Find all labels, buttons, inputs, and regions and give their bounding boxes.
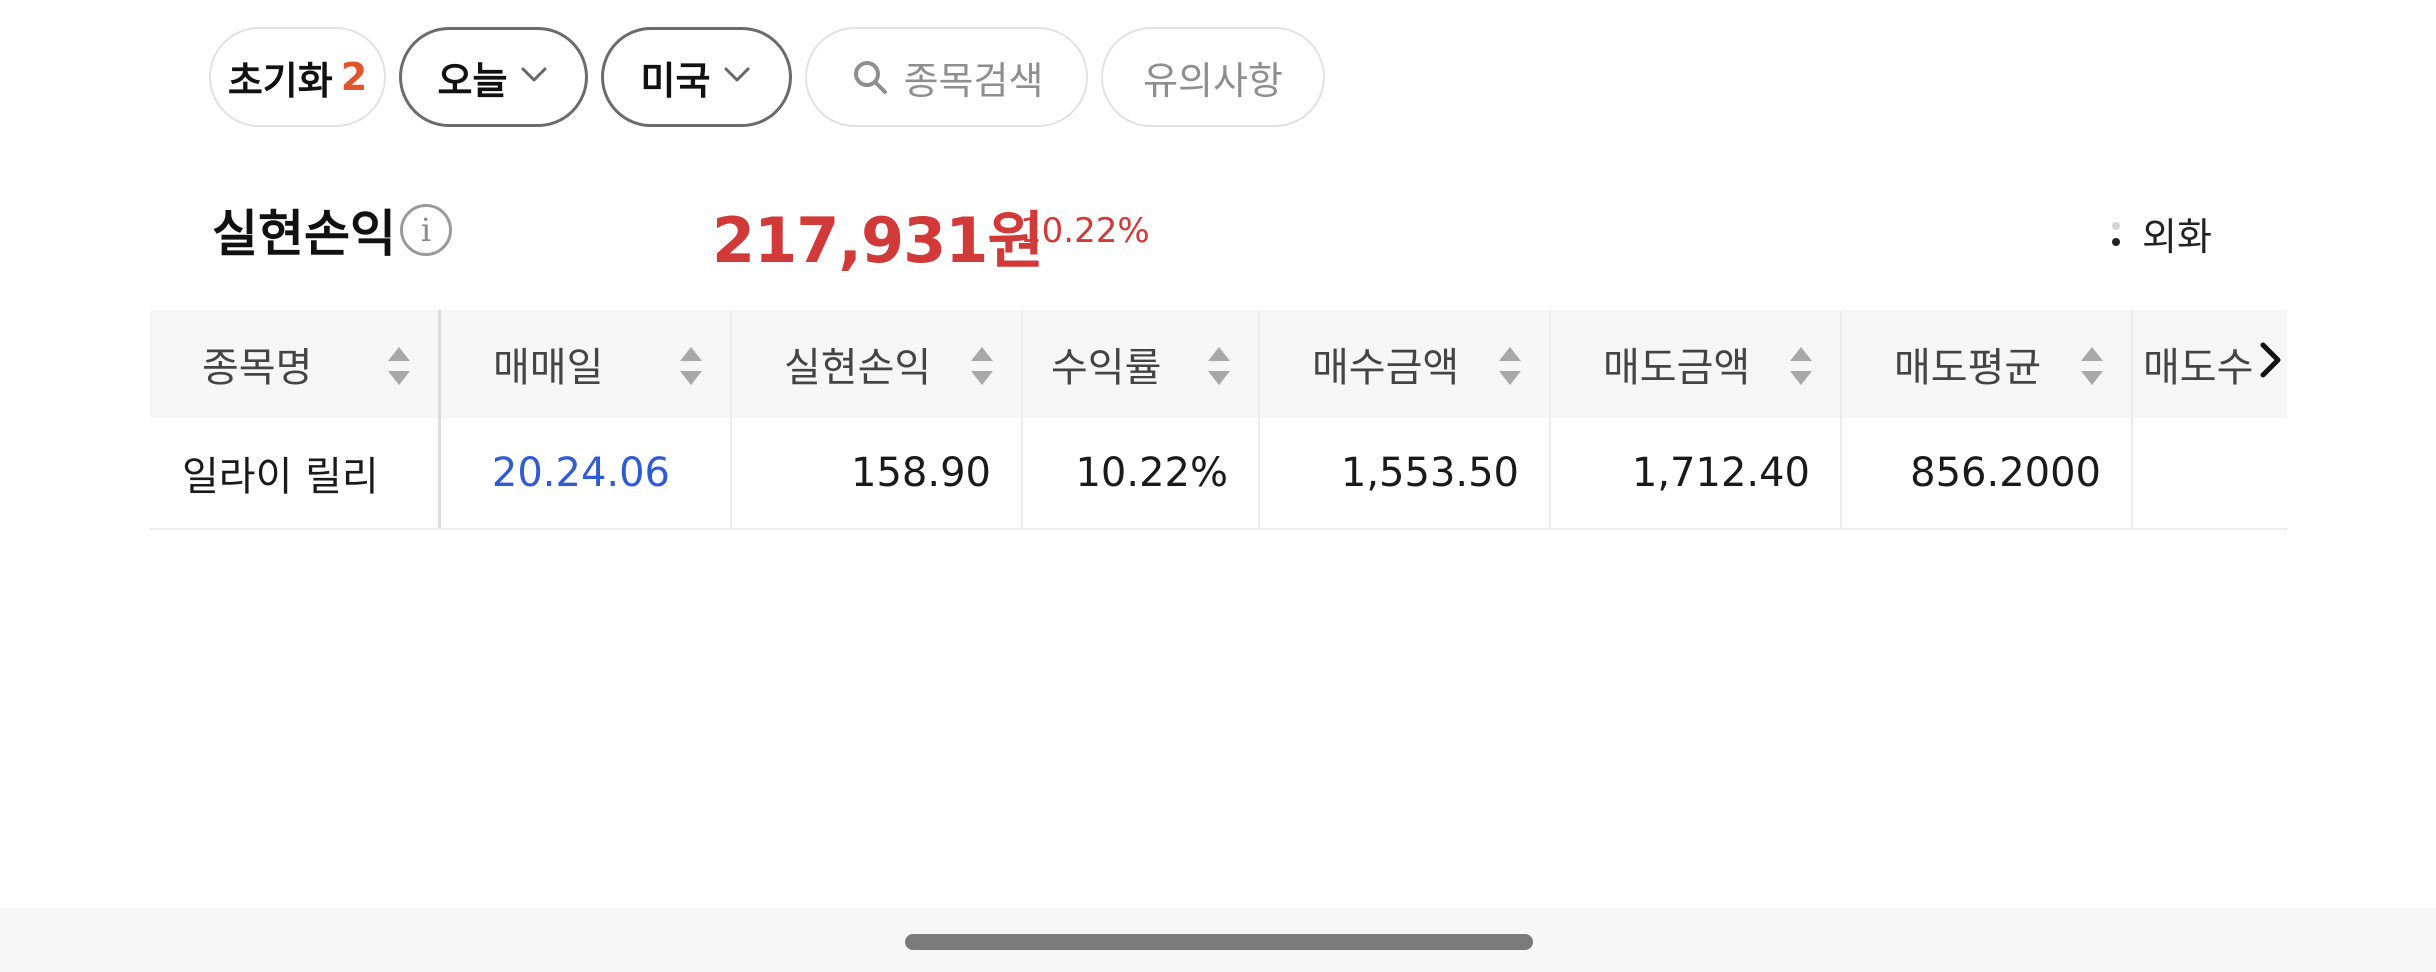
currency-toggle[interactable]: 외화 xyxy=(2110,206,2212,261)
column-label: 매수금액 xyxy=(1312,345,1460,391)
notice-label: 유의사항 xyxy=(1143,58,1283,103)
sort-icon xyxy=(1208,347,1230,385)
sort-icon xyxy=(971,347,993,385)
sort-icon xyxy=(2081,347,2103,385)
column-header-sell-average[interactable]: 매도평균 xyxy=(1842,310,2133,418)
column-label: 종목명 xyxy=(202,345,313,391)
bottom-safe-area xyxy=(0,908,2436,972)
reset-count-badge: 2 xyxy=(340,55,368,99)
notice-button[interactable]: 유의사항 xyxy=(1101,27,1325,127)
filter-bar: 초기화 2 오늘 미국 종목검색 유의사항 xyxy=(209,27,1325,127)
stock-search-button[interactable]: 종목검색 xyxy=(805,27,1088,127)
realized-pl-table: 종목명 매매일 실현손익 수익률 매수금액 매도금액 매도평균 매도수 일라이 … xyxy=(150,310,2287,530)
column-label: 매도수 xyxy=(2143,345,2254,391)
currency-toggle-label: 외화 xyxy=(2142,215,2212,259)
column-label: 매도금액 xyxy=(1603,345,1751,391)
sort-icon xyxy=(388,347,410,385)
column-header-return-rate[interactable]: 수익률 xyxy=(1023,310,1260,418)
cell-sell-qty xyxy=(2133,418,2287,528)
column-header-realized-pl[interactable]: 실현손익 xyxy=(732,310,1023,418)
table-row[interactable]: 일라이 릴리 20.24.06 158.90 10.22% 1,553.50 1… xyxy=(150,418,2287,530)
cell-sell-amount: 1,712.40 xyxy=(1551,418,1842,528)
column-label: 실현손익 xyxy=(784,345,932,391)
summary-label-text: 실현손익 xyxy=(212,205,396,263)
period-label: 오늘 xyxy=(437,58,508,103)
reset-filter-button[interactable]: 초기화 2 xyxy=(209,27,386,127)
market-dropdown[interactable]: 미국 xyxy=(601,27,792,127)
cell-return-rate: 10.22% xyxy=(1023,418,1260,528)
reset-label: 초기화 xyxy=(227,58,333,103)
column-header-buy-amount[interactable]: 매수금액 xyxy=(1260,310,1551,418)
summary-title: 실현손익 i xyxy=(212,194,452,266)
column-header-name[interactable]: 종목명 xyxy=(150,310,441,418)
cell-name: 일라이 릴리 xyxy=(150,418,441,528)
realized-pl-amount: 217,931원 xyxy=(712,204,1044,277)
chevron-down-icon xyxy=(724,67,750,82)
column-header-sell-amount[interactable]: 매도금액 xyxy=(1551,310,1842,418)
chevron-right-icon[interactable] xyxy=(2258,340,2284,380)
realized-pl-rate: 10.22% xyxy=(1020,211,1150,251)
info-icon[interactable]: i xyxy=(400,204,452,256)
cell-buy-amount: 1,553.50 xyxy=(1260,418,1551,528)
column-label: 매도평균 xyxy=(1894,345,2042,391)
home-indicator[interactable] xyxy=(905,934,1533,950)
column-label: 수익률 xyxy=(1051,345,1162,391)
search-label: 종목검색 xyxy=(903,58,1044,103)
table-header: 종목명 매매일 실현손익 수익률 매수금액 매도금액 매도평균 매도수 xyxy=(150,310,2287,418)
toggle-dots-icon xyxy=(2110,216,2122,252)
market-label: 미국 xyxy=(640,58,711,103)
realized-pl-screen: 초기화 2 오늘 미국 종목검색 유의사항 실현손익 i 217,931원 10… xyxy=(0,0,2436,972)
cell-trade-date: 20.24.06 xyxy=(441,418,732,528)
cell-realized-pl: 158.90 xyxy=(732,418,1023,528)
sort-icon xyxy=(1499,347,1521,385)
cell-sell-average: 856.2000 xyxy=(1842,418,2133,528)
sort-icon xyxy=(680,347,702,385)
sort-icon xyxy=(1790,347,1812,385)
search-icon xyxy=(853,61,887,94)
period-dropdown[interactable]: 오늘 xyxy=(399,27,588,127)
table-body: 일라이 릴리 20.24.06 158.90 10.22% 1,553.50 1… xyxy=(150,418,2287,530)
column-header-trade-date[interactable]: 매매일 xyxy=(441,310,732,418)
chevron-down-icon xyxy=(521,67,547,82)
column-label: 매매일 xyxy=(493,345,604,391)
